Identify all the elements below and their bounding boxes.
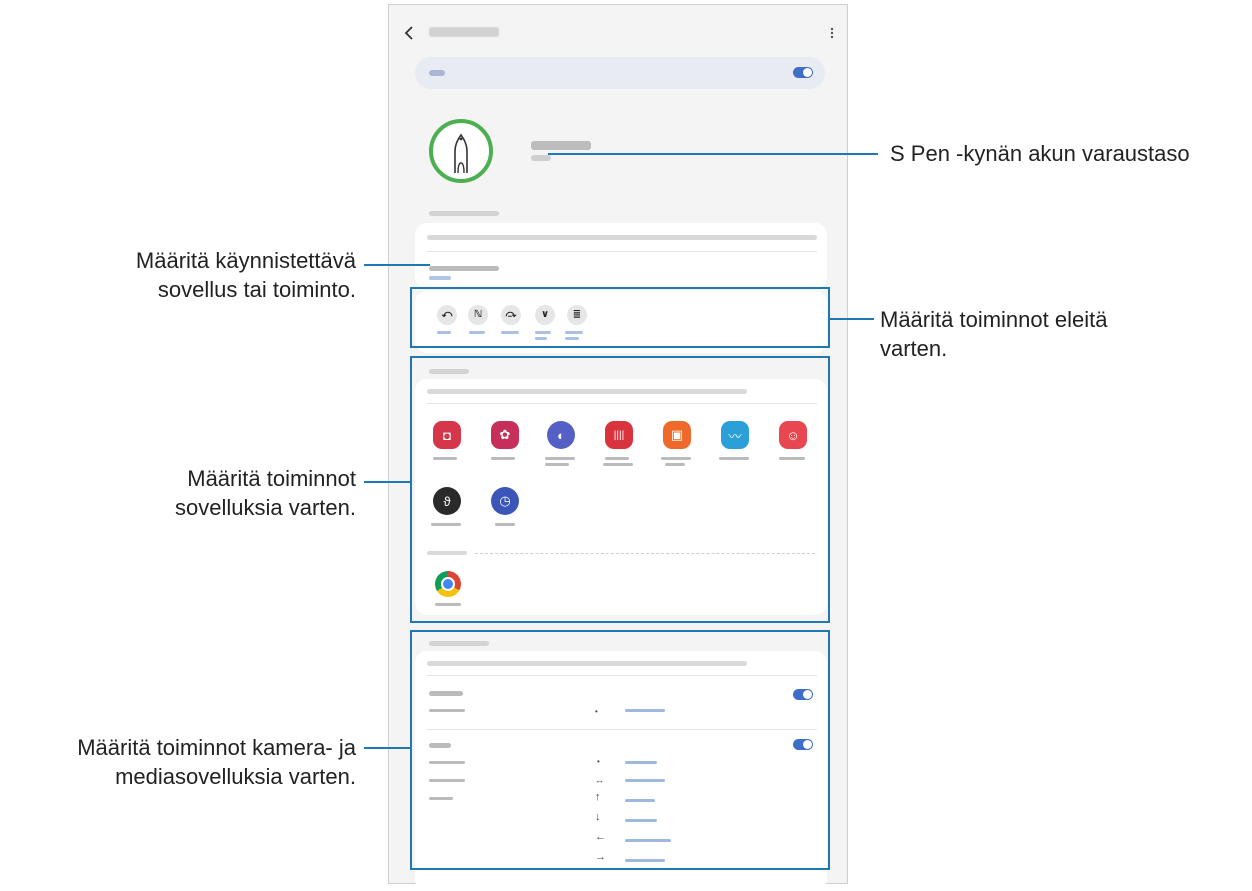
media-highlight-frame [410, 630, 830, 870]
gestures-callout: Määritä toiminnot eleitä varten. [880, 305, 1107, 363]
section-label-launch [429, 211, 499, 216]
apps-leader-line [364, 481, 410, 483]
apps-callout-line2: sovelluksia varten. [175, 495, 356, 520]
launch-callout: Määritä käynnistettävä sovellus tai toim… [40, 246, 356, 304]
media-callout-line2: mediasovelluksia varten. [115, 764, 356, 789]
apps-callout: Määritä toiminnot sovelluksia varten. [40, 464, 356, 522]
battery-callout: S Pen -kynän akun varaustaso [890, 141, 1190, 166]
battery-ring [427, 117, 495, 185]
gestures-leader-line [830, 318, 874, 320]
launch-callout-line2: sovellus tai toiminto. [157, 277, 356, 302]
launch-card[interactable] [415, 223, 827, 289]
launch-description [427, 235, 817, 240]
screen-title [429, 27, 499, 37]
launch-setting-title [429, 266, 499, 271]
more-icon[interactable] [829, 25, 835, 41]
media-callout: Määritä toiminnot kamera- ja mediasovell… [0, 733, 356, 791]
apps-callout-line1: Määritä toiminnot [187, 466, 356, 491]
battery-percent [531, 155, 551, 161]
gestures-callout-line1: Määritä toiminnot eleitä [880, 307, 1108, 332]
master-switch-bar[interactable] [415, 57, 825, 89]
master-toggle[interactable] [793, 67, 813, 78]
media-callout-line1: Määritä toiminnot kamera- ja [77, 735, 356, 760]
battery-leader-line [548, 153, 878, 155]
gestures-highlight-frame [410, 287, 830, 348]
launch-leader-line [364, 264, 430, 266]
battery-status [531, 141, 591, 150]
back-icon[interactable] [403, 25, 417, 41]
apps-highlight-frame [410, 356, 830, 623]
master-switch-label [429, 70, 445, 76]
media-leader-line [364, 747, 410, 749]
gestures-callout-line2: varten. [880, 336, 948, 361]
launch-setting-value [429, 276, 451, 280]
launch-callout-line1: Määritä käynnistettävä [135, 248, 356, 273]
